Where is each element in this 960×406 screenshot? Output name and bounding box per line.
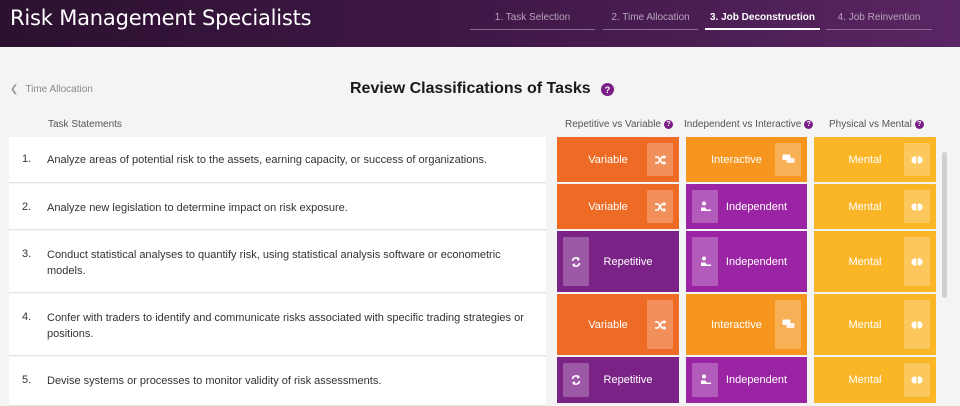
help-icon[interactable]: ? [601, 83, 614, 96]
task-statement: Devise systems or processes to monitor v… [47, 375, 382, 387]
classification-label: Repetitive [603, 374, 653, 386]
brain-icon [904, 300, 930, 349]
person-desk-icon [692, 363, 718, 397]
table-row: 1. Analyze areas of potential risk to th… [9, 137, 546, 183]
repeat-icon [563, 363, 589, 397]
chevron-left-icon: ❮ [10, 84, 19, 95]
shuffle-icon [647, 143, 673, 176]
task-number: 4. [22, 311, 32, 323]
table-row: 5. Devise systems or processes to monito… [9, 357, 546, 406]
classification-label: Variable [588, 153, 628, 166]
column-header-task: Task Statements [48, 119, 122, 130]
task-statement: Analyze new legislation to determine imp… [47, 202, 348, 214]
classification-label: Mental [848, 374, 882, 386]
brain-icon [904, 363, 930, 397]
help-icon[interactable]: ? [804, 120, 814, 129]
classification-rep-var[interactable]: Variable [557, 137, 679, 182]
task-number: 5. [22, 374, 32, 386]
chat-icon [775, 300, 801, 349]
task-number: 1. [22, 153, 32, 165]
column-header-phys-ment-label: Physical vs Mental [829, 119, 912, 130]
classification-phys-ment[interactable]: Mental [814, 184, 936, 229]
step-job-deconstruction[interactable]: 3. Job Deconstruction [705, 12, 820, 30]
app-title: Risk Management Specialists [10, 6, 312, 30]
brain-icon [904, 237, 930, 286]
table-row: 3. Conduct statistical analyses to quant… [9, 231, 546, 293]
column-header-ind-int: Independent vs Interactive ? [684, 119, 814, 130]
classification-label: Mental [848, 318, 882, 331]
person-desk-icon [692, 190, 718, 223]
brain-icon [904, 143, 930, 176]
classification-label: Interactive [711, 318, 762, 331]
classification-label: Mental [848, 153, 882, 166]
task-statement: Conduct statistical analyses to quantify… [47, 249, 501, 277]
classification-label: Independent [725, 374, 788, 386]
column-header-rep-var-label: Repetitive vs Variable [565, 119, 661, 130]
classification-ind-int[interactable]: Interactive [686, 137, 807, 182]
person-desk-icon [692, 237, 718, 286]
repeat-icon [563, 237, 589, 286]
classification-ind-int[interactable]: Independent [686, 231, 807, 292]
back-link[interactable]: ❮ Time Allocation [10, 84, 93, 95]
classification-label: Variable [588, 318, 628, 331]
classification-ind-int[interactable]: Independent [686, 184, 807, 229]
classification-rep-var[interactable]: Repetitive [557, 231, 679, 292]
classification-label: Mental [848, 200, 882, 213]
step-task-selection[interactable]: 1. Task Selection [470, 12, 595, 30]
classification-label: Variable [588, 200, 628, 213]
classification-phys-ment[interactable]: Mental [814, 294, 936, 355]
task-statement: Confer with traders to identify and comm… [47, 312, 524, 340]
app-header: Risk Management Specialists 1. Task Sele… [0, 0, 960, 47]
column-header-task-label: Task Statements [48, 119, 122, 130]
back-link-label: Time Allocation [25, 84, 93, 95]
help-icon[interactable]: ? [663, 120, 673, 129]
brain-icon [904, 190, 930, 223]
column-header-rep-var: Repetitive vs Variable ? [565, 119, 673, 130]
table-row: 2. Analyze new legislation to determine … [9, 184, 546, 230]
step-job-reinvention[interactable]: 4. Job Reinvention [826, 12, 932, 30]
classification-phys-ment[interactable]: Mental [814, 231, 936, 292]
classification-ind-int[interactable]: Interactive [686, 294, 807, 355]
classification-ind-int[interactable]: Independent [686, 357, 807, 403]
classification-label: Independent [725, 200, 788, 213]
step-time-allocation[interactable]: 2. Time Allocation [603, 12, 698, 30]
shuffle-icon [647, 190, 673, 223]
shuffle-icon [647, 300, 673, 349]
classification-rep-var[interactable]: Repetitive [557, 357, 679, 403]
page-title: Review Classifications of Tasks [350, 80, 591, 97]
classification-label: Interactive [711, 153, 762, 166]
help-icon[interactable]: ? [914, 120, 924, 129]
classification-label: Repetitive [603, 255, 653, 268]
classification-label: Mental [848, 255, 882, 268]
chat-icon [775, 143, 801, 176]
table-row: 4. Confer with traders to identify and c… [9, 294, 546, 356]
classification-phys-ment[interactable]: Mental [814, 357, 936, 403]
task-statement: Analyze areas of potential risk to the a… [47, 154, 488, 166]
classification-rep-var[interactable]: Variable [557, 184, 679, 229]
scrollbar[interactable] [942, 152, 947, 298]
column-header-phys-ment: Physical vs Mental ? [829, 119, 924, 130]
classification-rep-var[interactable]: Variable [557, 294, 679, 355]
classification-phys-ment[interactable]: Mental [814, 137, 936, 182]
task-number: 2. [22, 201, 32, 213]
classification-label: Independent [725, 255, 788, 268]
column-header-ind-int-label: Independent vs Interactive [684, 119, 802, 130]
task-number: 3. [22, 248, 32, 260]
